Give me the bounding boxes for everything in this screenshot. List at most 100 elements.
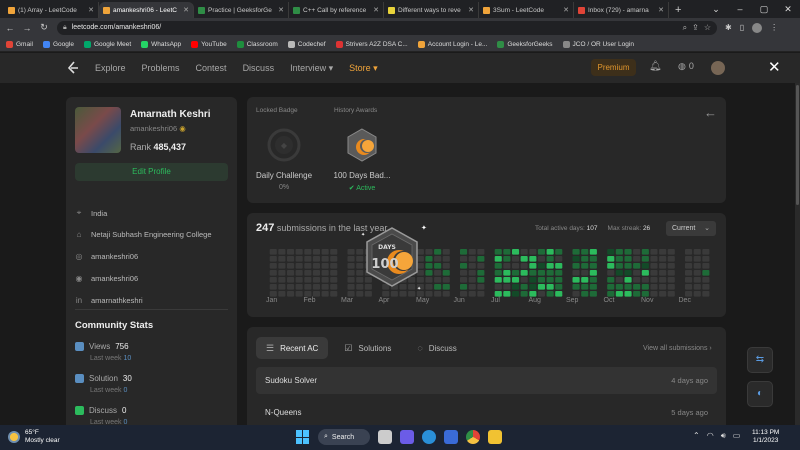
heatmap-cell[interactable] xyxy=(607,249,615,255)
heatmap-cell[interactable] xyxy=(304,263,312,269)
heatmap-cell[interactable] xyxy=(693,277,701,283)
heatmap-cell[interactable] xyxy=(512,284,520,290)
tab-close-icon[interactable]: ✕ xyxy=(373,6,379,14)
heatmap-cell[interactable] xyxy=(589,291,597,297)
heatmap-cell[interactable] xyxy=(468,284,476,290)
heatmap-cell[interactable] xyxy=(529,263,537,269)
heatmap-cell[interactable] xyxy=(650,270,658,276)
heatmap-cell[interactable] xyxy=(347,263,355,269)
heatmap-cell[interactable] xyxy=(537,277,545,283)
heatmap-cell[interactable] xyxy=(278,270,286,276)
heatmap-cell[interactable] xyxy=(693,291,701,297)
heatmap-cell[interactable] xyxy=(641,291,649,297)
heatmap-cell[interactable] xyxy=(512,291,520,297)
close-icon[interactable]: ✕ xyxy=(768,58,781,76)
heatmap-cell[interactable] xyxy=(615,249,623,255)
heatmap-cell[interactable] xyxy=(537,263,545,269)
heatmap-cell[interactable] xyxy=(321,277,329,283)
heatmap-cell[interactable] xyxy=(615,277,623,283)
heatmap-cell[interactable] xyxy=(468,263,476,269)
task-view-icon[interactable] xyxy=(378,430,392,444)
info-text[interactable]: amankeshri06 xyxy=(91,252,138,261)
heatmap-cell[interactable] xyxy=(442,270,450,276)
heatmap-cell[interactable] xyxy=(546,284,554,290)
heatmap-cell[interactable] xyxy=(477,270,485,276)
bookmark-item[interactable]: Strivers A2Z DSA C... xyxy=(335,40,408,48)
heatmap-cell[interactable] xyxy=(494,263,502,269)
heatmap-cell[interactable] xyxy=(624,263,632,269)
heatmap-cell[interactable] xyxy=(442,284,450,290)
heatmap-cell[interactable] xyxy=(624,277,632,283)
list-item[interactable]: N-Queens 5 days ago xyxy=(256,399,717,425)
heatmap-cell[interactable] xyxy=(347,270,355,276)
heatmap-cell[interactable] xyxy=(529,284,537,290)
heatmap-cell[interactable] xyxy=(667,270,675,276)
tab-recent-ac[interactable]: ☰ Recent AC xyxy=(256,337,329,359)
user-avatar[interactable] xyxy=(711,61,725,75)
heatmap-cell[interactable] xyxy=(702,284,710,290)
heatmap-cell[interactable] xyxy=(633,284,641,290)
sidepanel-icon[interactable]: ▯ xyxy=(740,23,744,32)
heatmap-cell[interactable] xyxy=(494,256,502,262)
browser-tab[interactable]: Inbox (729) - amarna ✕ xyxy=(574,2,669,18)
heatmap-cell[interactable] xyxy=(589,277,597,283)
heatmap-cell[interactable] xyxy=(581,270,589,276)
heatmap-cell[interactable] xyxy=(304,249,312,255)
bookmark-item[interactable]: Classroom xyxy=(236,40,278,48)
browser-tab[interactable]: Different ways to reve ✕ xyxy=(384,2,479,18)
heatmap-cell[interactable] xyxy=(546,277,554,283)
heatmap-cell[interactable] xyxy=(615,291,623,297)
heatmap-cell[interactable] xyxy=(347,256,355,262)
chevron-up-icon[interactable]: ⌃ xyxy=(693,431,700,441)
heatmap-cell[interactable] xyxy=(460,263,468,269)
heatmap-cell[interactable] xyxy=(555,270,563,276)
address-bar[interactable]: 🔒︎ leetcode.com/amankeshri06/ ⌕ ⇪ ☆ xyxy=(57,20,717,35)
heatmap-cell[interactable] xyxy=(295,277,303,283)
heatmap-cell[interactable] xyxy=(633,263,641,269)
nav-link[interactable]: Contest xyxy=(196,63,227,73)
heatmap-cell[interactable] xyxy=(295,284,303,290)
heatmap-cell[interactable] xyxy=(434,291,442,297)
heatmap-cell[interactable] xyxy=(460,277,468,283)
heatmap-cell[interactable] xyxy=(269,256,277,262)
heatmap-cell[interactable] xyxy=(581,256,589,262)
heatmap-cell[interactable] xyxy=(312,256,320,262)
heatmap-cell[interactable] xyxy=(434,277,442,283)
heatmap-cell[interactable] xyxy=(295,270,303,276)
vscode-icon[interactable] xyxy=(444,430,458,444)
heatmap-cell[interactable] xyxy=(503,277,511,283)
heatmap-cell[interactable] xyxy=(321,270,329,276)
page-scrollbar[interactable] xyxy=(795,83,800,425)
nav-link[interactable]: Explore xyxy=(95,63,126,73)
heatmap-cell[interactable] xyxy=(650,284,658,290)
heatmap-cell[interactable] xyxy=(330,291,338,297)
heatmap-cell[interactable] xyxy=(503,284,511,290)
daily-challenge-badge-icon[interactable]: ◆ xyxy=(266,127,302,163)
heatmap-cell[interactable] xyxy=(607,256,615,262)
browser-tab[interactable]: amankeshri06 - LeetC ✕ xyxy=(99,2,194,18)
heatmap-cell[interactable] xyxy=(477,284,485,290)
taskbar-search[interactable]: ⌕ Search xyxy=(318,429,370,445)
heatmap-cell[interactable] xyxy=(347,291,355,297)
heatmap-cell[interactable] xyxy=(278,277,286,283)
heatmap-cell[interactable] xyxy=(503,263,511,269)
heatmap-cell[interactable] xyxy=(641,277,649,283)
bookmark-item[interactable]: Google xyxy=(42,40,74,48)
heatmap-cell[interactable] xyxy=(295,256,303,262)
heatmap-cell[interactable] xyxy=(667,277,675,283)
heatmap-cell[interactable] xyxy=(641,284,649,290)
share-icon[interactable]: ⇪ xyxy=(692,23,699,32)
heatmap-cell[interactable] xyxy=(520,249,528,255)
bookmark-item[interactable]: GeeksforGeeks xyxy=(497,40,553,48)
heatmap-cell[interactable] xyxy=(269,263,277,269)
heatmap-cell[interactable] xyxy=(537,291,545,297)
heatmap-cell[interactable] xyxy=(633,256,641,262)
heatmap-cell[interactable] xyxy=(641,263,649,269)
heatmap-cell[interactable] xyxy=(494,284,502,290)
heatmap-cell[interactable] xyxy=(607,270,615,276)
browser-tab[interactable]: 3Sum - LeetCode ✕ xyxy=(479,2,574,18)
heatmap-cell[interactable] xyxy=(287,256,295,262)
heatmap-cell[interactable] xyxy=(555,284,563,290)
heatmap-cell[interactable] xyxy=(659,277,667,283)
heatmap-cell[interactable] xyxy=(304,291,312,297)
